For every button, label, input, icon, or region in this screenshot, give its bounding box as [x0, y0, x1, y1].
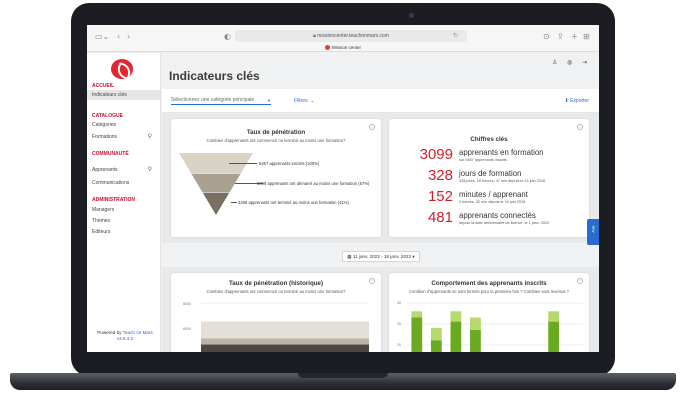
- version-label: v3.8.4.0: [116, 336, 134, 341]
- teach-on-mars-logo[interactable]: [111, 59, 133, 79]
- bar-first-time: [411, 317, 423, 352]
- sidebar-item-editeurs[interactable]: Editeurs: [92, 227, 158, 237]
- logout-icon[interactable]: ⇥: [582, 60, 587, 66]
- bar-returning: [470, 317, 481, 330]
- filter-bar: Sélectionnez une catégorie principale ▼ …: [162, 89, 599, 113]
- lock-icon: 🔒︎: [313, 33, 316, 39]
- nav-section-communaute: COMMUNAUTÉ: [92, 151, 129, 157]
- date-range-picker[interactable]: ▦ 11 janv. 2022 - 18 janv. 2022 ▾: [342, 251, 420, 262]
- share-icon[interactable]: ⇪: [557, 32, 564, 41]
- powered-by: Powered by Teach on Mars v3.8.4.0: [97, 330, 153, 341]
- nav-section-administration: ADMINISTRATION: [92, 197, 135, 203]
- top-actions: ♙ ◍ ⇥: [544, 59, 587, 66]
- search-icon[interactable]: ⚲: [148, 165, 152, 175]
- address-bar[interactable]: 🔒︎ missioncenter.teachonmars.com: [235, 30, 467, 42]
- category-select[interactable]: Sélectionnez une catégorie principale ▼: [171, 97, 271, 105]
- laptop-screen: ▭⌄ ‹ › ◐ 🔒︎ missioncenter.teachonmars.co…: [87, 25, 599, 352]
- sidebar: ACCUEIL Indicateurs clés CATALOGUE Catég…: [87, 53, 161, 352]
- chevron-down-icon: ⌄: [309, 98, 315, 104]
- bar-returning: [430, 327, 442, 341]
- funnel-label-2: 3099 apprenants ont démarré au moins une…: [257, 180, 370, 186]
- kpi-panel: i Taux de pénétration Combien d'apprenan…: [162, 113, 599, 243]
- kpi-number: 3099: [419, 146, 453, 163]
- info-icon[interactable]: i: [577, 124, 583, 130]
- nav-section-catalogue: CATALOGUE: [92, 113, 123, 119]
- bar-first-time: [470, 329, 481, 352]
- history-card: i Taux de pénétration (historique) Combi…: [171, 273, 381, 352]
- history-chart: [201, 302, 369, 352]
- funnel-chart: [179, 153, 253, 215]
- kpi-number: 152: [427, 188, 453, 205]
- sidebar-item-categories[interactable]: Catégories: [92, 120, 158, 130]
- teach-on-mars-link[interactable]: Teach on Mars: [123, 330, 153, 335]
- funnel-level-2: [191, 173, 241, 192]
- sidebar-item-apprenants[interactable]: Apprenants ⚲: [92, 165, 158, 175]
- laptop-notch: [298, 373, 388, 378]
- search-icon[interactable]: ⚲: [148, 132, 152, 142]
- nav-section-accueil: ACCUEIL: [92, 83, 115, 89]
- bar-returning: [548, 311, 560, 322]
- kpi-detail: sur 5457 apprenants inscrits: [459, 158, 507, 162]
- behaviour-card: i Comportement des apprenants inscrits C…: [389, 273, 589, 352]
- kpi-number: 481: [427, 209, 453, 226]
- key-figures-title: Chiffres clés: [470, 136, 508, 143]
- active-tab[interactable]: Mission center: [87, 44, 599, 52]
- funnel-leader-3: [231, 202, 237, 203]
- bar-returning: [411, 311, 423, 318]
- sidebar-toggle-icon[interactable]: ▭⌄: [95, 32, 109, 41]
- penetration-card: i Taux de pénétration Combien d'apprenan…: [171, 119, 381, 237]
- kpi-label: apprenants connectés: [459, 211, 536, 220]
- funnel-leader-1: [229, 163, 257, 164]
- caret-down-icon: ▼: [267, 98, 271, 103]
- bar-first-time: [450, 321, 462, 352]
- new-tab-icon[interactable]: +: [571, 32, 578, 41]
- caret-down-icon: ▾: [411, 254, 415, 259]
- kpi-label: minutes / apprenant: [459, 190, 528, 199]
- sidebar-item-themes[interactable]: Thèmes: [92, 216, 158, 226]
- url-text: missioncenter.teachonmars.com: [317, 33, 389, 39]
- behaviour-chart: [407, 302, 583, 352]
- main-content: ♙ ◍ ⇥ Indicateurs clés Sélectionnez une …: [162, 53, 599, 352]
- favicon-icon: [324, 45, 330, 51]
- reload-icon[interactable]: ↻: [453, 32, 458, 39]
- help-side-tab[interactable]: Aide: [587, 219, 599, 245]
- download-icon[interactable]: ⊙: [543, 32, 550, 41]
- kpi-detail: depuis la date anniversaire de licence, …: [459, 221, 550, 225]
- forward-icon[interactable]: ›: [127, 32, 130, 41]
- charts-panel: i Taux de pénétration (historique) Combi…: [162, 267, 599, 352]
- laptop-mockup: ▭⌄ ‹ › ◐ 🔒︎ missioncenter.teachonmars.co…: [0, 0, 686, 397]
- kpi-detail: 328 jours, 16 heures, 47 min depuis le 2…: [459, 179, 546, 183]
- privacy-icon: ◐: [224, 32, 231, 41]
- sidebar-item-formations[interactable]: Formations ⚲: [92, 132, 158, 142]
- kpi-label: apprenants en formation: [459, 148, 544, 157]
- export-button[interactable]: ⬇ Exporter: [565, 98, 590, 104]
- sidebar-item-managers[interactable]: Managers: [92, 205, 158, 215]
- tab-overview-icon[interactable]: ⊞: [583, 32, 590, 41]
- filters-button[interactable]: Filtres ⌄: [294, 98, 315, 104]
- webcam: [409, 13, 414, 18]
- funnel-level-3: [202, 192, 230, 215]
- user-icon[interactable]: ♙: [552, 60, 557, 66]
- kpi-label: jours de formation: [459, 169, 522, 178]
- sidebar-item-indicateurs[interactable]: Indicateurs clés: [87, 90, 160, 100]
- bar-returning: [450, 311, 462, 322]
- funnel-label-3: 2268 apprenants ont terminé au moins une…: [238, 199, 349, 205]
- back-icon[interactable]: ‹: [117, 32, 120, 41]
- key-figures-card: i Chiffres clés 3099 apprenants en forma…: [389, 119, 589, 237]
- kpi-number: 328: [427, 167, 453, 184]
- bar-first-time: [430, 340, 442, 352]
- bar-first-time: [548, 321, 560, 352]
- funnel-label-1: 5457 apprenants inscrits (100%): [259, 160, 320, 166]
- kpi-detail: 2 heures, 32 min depuis le 24 juin 2016: [459, 200, 526, 204]
- browser-chrome: ▭⌄ ‹ › ◐ 🔒︎ missioncenter.teachonmars.co…: [87, 25, 599, 52]
- globe-icon[interactable]: ◍: [567, 60, 572, 66]
- page-title: Indicateurs clés: [169, 69, 260, 83]
- history-area-3: [201, 344, 369, 352]
- sidebar-item-communications[interactable]: Communications: [92, 178, 158, 188]
